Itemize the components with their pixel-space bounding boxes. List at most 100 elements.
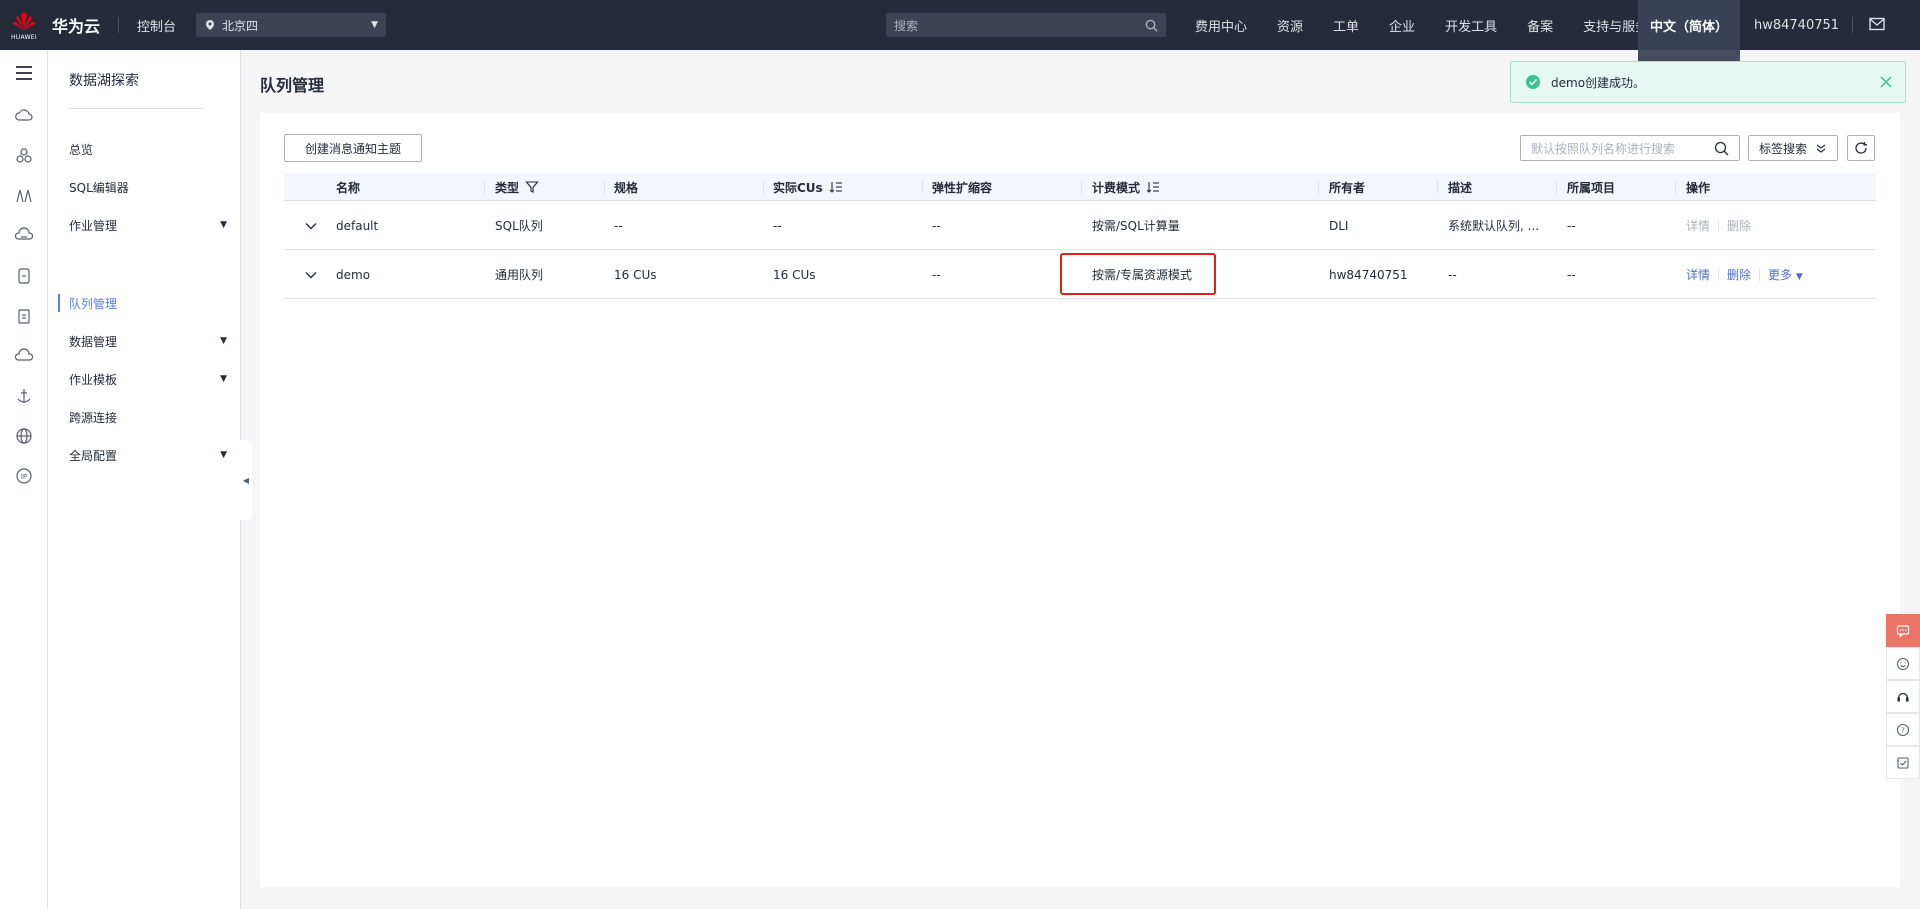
column-header-type: 类型 <box>495 173 539 201</box>
column-label: 所属项目 <box>1567 180 1616 195</box>
column-header-elastic-scaling: 弹性扩缩容 <box>932 173 992 201</box>
column-header-actual-cus: 实际CUs <box>773 173 843 201</box>
menu-item-label: 作业模板 <box>69 372 118 387</box>
nav-dev-tools[interactable]: 开发工具 <box>1445 16 1497 35</box>
cell-type: 通用队列 <box>495 268 544 282</box>
help-icon: ? <box>1896 723 1910 736</box>
column-label: 弹性扩缩容 <box>932 180 993 195</box>
column-divider <box>922 180 923 194</box>
menu-item-job-management[interactable]: 作业管理 ▼ <box>69 215 239 235</box>
hamburger-icon <box>16 66 32 80</box>
column-header-description: 描述 <box>1448 173 1472 201</box>
column-header-owner: 所有者 <box>1329 173 1365 201</box>
cell-owner: DLI <box>1329 218 1349 233</box>
rail-item-storage[interactable] <box>0 216 48 256</box>
language-switcher[interactable]: 中文（简体） <box>1638 0 1740 50</box>
double-chevron-down-icon <box>1816 144 1826 153</box>
rail-item-cloud-service[interactable] <box>0 336 48 376</box>
menu-item-overview[interactable]: 总览 <box>69 139 239 159</box>
more-dropdown[interactable]: 更多 ▼ <box>1768 266 1803 283</box>
delete-link[interactable]: 删除 <box>1727 266 1751 283</box>
column-header-name: 名称 <box>336 173 360 201</box>
tag-search-button[interactable]: 标签搜索 <box>1748 135 1838 161</box>
refresh-icon <box>1855 142 1867 154</box>
checklist-button[interactable] <box>1886 746 1920 779</box>
rail-item-cloud[interactable] <box>0 96 48 136</box>
search-icon[interactable] <box>1145 19 1158 32</box>
menu-item-label: 总览 <box>69 142 94 157</box>
detail-link[interactable]: 详情 <box>1686 266 1710 283</box>
headset-icon <box>1897 692 1909 701</box>
rail-item-document[interactable] <box>0 296 48 336</box>
collapse-menu-button[interactable]: ◀ <box>240 440 252 520</box>
check-circle-icon <box>1526 75 1540 89</box>
floating-toolbar: ? <box>1886 614 1920 779</box>
service-icon-rail: IP <box>0 50 48 909</box>
menu-item-data-management[interactable]: 数据管理 ▼ <box>69 331 239 351</box>
success-toast: demo创建成功。 <box>1510 61 1906 103</box>
region-label: 北京四 <box>222 18 259 33</box>
database-icon <box>18 268 30 284</box>
nav-tickets[interactable]: 工单 <box>1333 16 1359 35</box>
column-label: 类型 <box>495 180 520 195</box>
customer-service-button[interactable] <box>1886 680 1920 713</box>
tag-search-label: 标签搜索 <box>1759 141 1808 156</box>
menu-item-job-templates[interactable]: 作业模板 ▼ <box>69 369 239 389</box>
nav-billing-center[interactable]: 费用中心 <box>1195 16 1247 35</box>
cell-spec: -- <box>614 218 623 233</box>
smiley-icon <box>1896 657 1910 670</box>
expand-row-button[interactable] <box>304 201 318 250</box>
rail-item-network[interactable] <box>0 176 48 216</box>
column-divider <box>604 180 605 194</box>
rail-item-database[interactable] <box>0 256 48 296</box>
help-button[interactable]: ? <box>1886 713 1920 746</box>
rail-item-anchor[interactable] <box>0 376 48 416</box>
global-search-placeholder: 搜索 <box>894 18 919 33</box>
filter-icon[interactable] <box>525 180 539 194</box>
menu-item-sql-editor[interactable]: SQL编辑器 <box>69 177 239 197</box>
sort-icon[interactable] <box>1146 180 1160 194</box>
brand-name[interactable]: 华为云 <box>52 13 100 37</box>
user-account[interactable]: hw84740751 <box>1754 0 1839 50</box>
nav-icp[interactable]: 备案 <box>1527 16 1553 35</box>
smiley-button[interactable] <box>1886 647 1920 680</box>
create-notification-topic-button[interactable]: 创建消息通知主题 <box>284 134 422 162</box>
storage-icon <box>14 227 34 240</box>
expand-row-button[interactable] <box>304 250 318 299</box>
menu-toggle[interactable] <box>0 50 48 96</box>
delete-link[interactable]: 删除 <box>1727 217 1751 234</box>
rail-item-ip[interactable]: IP <box>0 456 48 496</box>
feedback-button[interactable] <box>1886 614 1920 647</box>
huawei-flower-icon <box>13 12 35 30</box>
region-selector[interactable]: 北京四 ▼ <box>196 13 387 37</box>
ip-icon: IP <box>16 468 32 484</box>
column-label: 计费模式 <box>1092 180 1141 195</box>
nav-resources[interactable]: 资源 <box>1277 16 1303 35</box>
rail-item-globe[interactable] <box>0 416 48 456</box>
huawei-logo[interactable]: HUAWEI <box>0 0 48 50</box>
search-icon[interactable] <box>1714 141 1729 156</box>
refresh-button[interactable] <box>1847 135 1875 161</box>
close-icon[interactable] <box>1879 75 1893 89</box>
mail-icon[interactable] <box>1869 17 1885 31</box>
sort-icon[interactable] <box>829 180 843 194</box>
cell-spec: 16 CUs <box>614 267 657 282</box>
toast-message: demo创建成功。 <box>1551 75 1646 90</box>
global-search-input[interactable]: 搜索 <box>886 13 1166 37</box>
nav-enterprise[interactable]: 企业 <box>1389 16 1415 35</box>
menu-item-datasource-connections[interactable]: 跨源连接 <box>69 407 239 427</box>
column-divider <box>1318 180 1319 194</box>
queue-search-input[interactable]: 默认按照队列名称进行搜索 <box>1520 135 1740 161</box>
rail-item-cluster[interactable] <box>0 136 48 176</box>
detail-link[interactable]: 详情 <box>1686 217 1710 234</box>
menu-item-label: 跨源连接 <box>69 410 118 425</box>
menu-item-queue-management[interactable]: 队列管理 <box>69 293 239 313</box>
menu-title: 数据湖探索 <box>69 73 139 89</box>
menu-item-label: 数据管理 <box>69 334 118 349</box>
column-header-billing-mode: 计费模式 <box>1092 173 1160 201</box>
cell-operations: 详情 删除 <box>1686 201 1751 250</box>
cell-description: 系统默认队列, ... <box>1448 219 1540 233</box>
cloud-service-icon <box>14 348 34 361</box>
menu-item-global-config[interactable]: 全局配置 ▼ <box>69 445 239 465</box>
console-link[interactable]: 控制台 <box>137 16 176 35</box>
